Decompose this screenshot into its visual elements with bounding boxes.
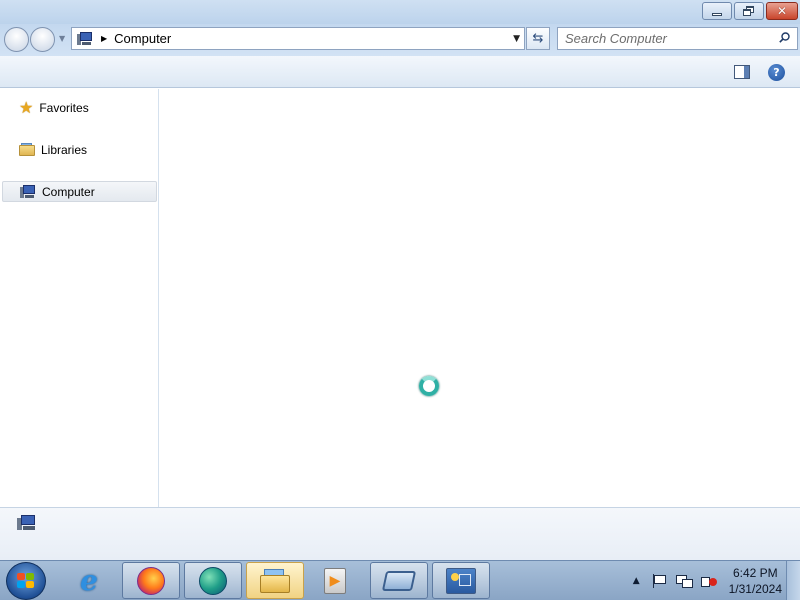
nav-item-favorites[interactable]: ★ Favorites — [2, 97, 157, 118]
refresh-button[interactable]: ⇆ — [526, 27, 550, 50]
taskbar-control-panel[interactable] — [432, 562, 490, 599]
nav-item-computer[interactable]: Computer — [2, 181, 157, 202]
details-pane — [0, 507, 800, 560]
nav-item-label: Favorites — [39, 100, 89, 115]
taskbar-windows-explorer[interactable] — [246, 562, 304, 599]
breadcrumb-chevron-icon[interactable]: ▶ — [101, 34, 107, 43]
windows-flag-icon — [17, 573, 35, 589]
nav-item-label: Libraries — [41, 142, 88, 157]
search-icon[interactable] — [779, 32, 790, 43]
clock-date: 1/31/2024 — [728, 582, 782, 596]
start-button[interactable] — [6, 562, 46, 600]
ie-icon: e — [80, 564, 98, 597]
taskbar-firefox[interactable] — [122, 562, 180, 599]
address-dropdown-icon[interactable]: ▼ — [513, 34, 520, 44]
firefox-icon — [137, 566, 165, 595]
refresh-icon: ⇆ — [532, 31, 544, 46]
taskbar-internet-explorer[interactable]: e — [60, 562, 118, 599]
address-row: ▼ ▶ Computer ▼ ⇆ — [0, 24, 800, 56]
close-button[interactable]: ✕ — [766, 2, 798, 20]
control-panel-icon — [446, 567, 476, 594]
computer-icon — [77, 31, 93, 46]
volume-muted-icon[interactable] — [700, 573, 718, 589]
explorer-icon — [260, 568, 290, 593]
breadcrumb-computer[interactable]: Computer — [114, 31, 171, 46]
show-desktop-button[interactable] — [786, 561, 800, 600]
minimize-button[interactable] — [702, 2, 732, 20]
clock-time: 6:42 PM — [732, 566, 778, 580]
restore-button[interactable] — [734, 2, 764, 20]
content-pane[interactable] — [160, 89, 800, 507]
taskbar-media-player[interactable]: ▶ — [306, 562, 364, 599]
address-bar[interactable]: ▶ Computer ▼ — [71, 27, 525, 50]
busy-icon — [419, 376, 439, 396]
restore-icon — [743, 6, 755, 16]
libraries-icon — [19, 143, 35, 156]
close-icon: ✕ — [776, 4, 788, 18]
taskbar-remote-desktop[interactable] — [370, 562, 428, 599]
computer-icon — [17, 515, 37, 531]
clock[interactable]: 6:42 PM 1/31/2024 — [729, 565, 782, 597]
recent-pages-dropdown-icon[interactable]: ▼ — [59, 34, 65, 43]
nav-item-libraries[interactable]: Libraries — [2, 139, 157, 160]
system-tray: ▲ 6:42 PM 1/31/2024 — [633, 561, 782, 600]
nav-item-label: Computer — [42, 184, 95, 199]
media-player-icon: ▶ — [324, 567, 346, 594]
back-button[interactable] — [4, 27, 29, 52]
window-titlebar[interactable]: ✕ — [0, 0, 800, 24]
action-center-flag-icon[interactable] — [650, 573, 668, 589]
network-icon[interactable] — [675, 573, 693, 589]
preview-pane-icon[interactable] — [734, 65, 750, 79]
edge-icon — [199, 566, 227, 595]
search-input[interactable] — [558, 28, 768, 49]
command-bar: ? — [0, 56, 800, 88]
help-icon[interactable]: ? — [768, 64, 785, 81]
forward-button[interactable] — [30, 27, 55, 52]
minimize-icon — [712, 12, 722, 16]
search-box[interactable] — [557, 27, 798, 50]
window-controls: ✕ — [702, 2, 798, 20]
taskbar: e ▶ ▲ 6:42 PM 1/31/2024 — [0, 560, 800, 600]
navigation-pane: ★ Favorites Libraries Computer — [0, 89, 159, 507]
computer-icon — [20, 184, 36, 199]
taskbar-edge[interactable] — [184, 562, 242, 599]
show-hidden-icons[interactable]: ▲ — [633, 576, 640, 586]
star-icon: ★ — [19, 97, 34, 117]
remote-desktop-icon — [381, 570, 417, 591]
